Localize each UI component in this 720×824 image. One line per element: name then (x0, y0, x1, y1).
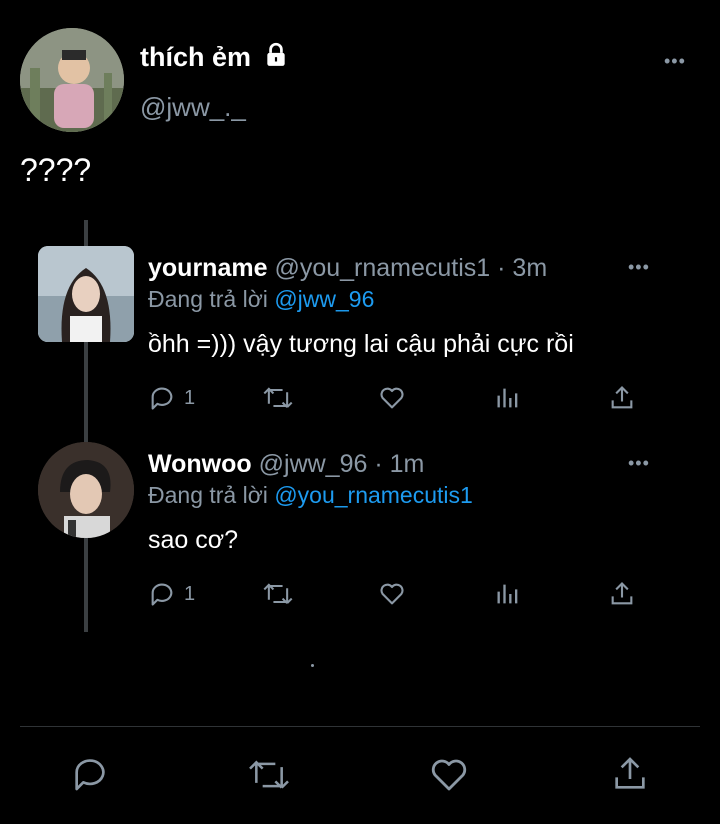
comment-icon (75, 759, 105, 791)
share-icon (611, 386, 633, 409)
child-photo-avatar-icon (20, 28, 124, 132)
reply1-display-name[interactable]: yourname (148, 254, 267, 282)
loading-dot (311, 664, 314, 667)
reply1-retweet-button[interactable] (262, 384, 294, 412)
retweet-icon (249, 760, 289, 789)
reply2-time: · 1m (374, 450, 425, 478)
reply1-header: yourname @you_rnamecutis1 · 3m (148, 254, 547, 283)
boy-photo-avatar-icon (38, 442, 134, 538)
retweet-icon (263, 583, 293, 604)
lock-icon (263, 42, 289, 68)
reply1-replying-prefix: Đang trả lời (148, 286, 268, 312)
reply2-avatar[interactable] (38, 442, 134, 538)
reply2-replying-prefix: Đang trả lời (148, 482, 268, 508)
main-handle[interactable]: @jww_._ (140, 92, 246, 123)
main-share-button[interactable] (610, 754, 650, 794)
reply1-text: ồhh =))) vậy tương lai cậu phải cực rồi (148, 330, 574, 358)
main-author-avatar[interactable] (20, 28, 124, 132)
comment-icon (151, 387, 173, 410)
reply2-reply-count: 1 (184, 583, 196, 605)
retweet-icon (263, 387, 293, 408)
reply2-share-button[interactable] (608, 580, 636, 608)
reply2-handle[interactable]: @jww_96 (259, 450, 368, 478)
girl-photo-avatar-icon (38, 246, 134, 342)
reply2-replying-line: Đang trả lời @you_rnamecutis1 (148, 482, 473, 509)
reply2-text: sao cơ? (148, 526, 239, 554)
heart-icon (380, 583, 404, 605)
comment-icon (151, 583, 173, 606)
reply2-more-button[interactable]: ••• (628, 454, 650, 472)
analytics-icon (497, 584, 518, 604)
main-tweet-text: ???? (20, 152, 92, 188)
main-reply-button[interactable] (70, 754, 110, 794)
reply1-more-button[interactable]: ••• (628, 258, 650, 276)
reply1-time: · 3m (497, 254, 548, 282)
reply1-avatar[interactable] (38, 246, 134, 342)
reply1-reply-button[interactable] (148, 384, 176, 412)
reply1-handle[interactable]: @you_rnamecutis1 (274, 254, 490, 282)
main-display-name[interactable]: thích ẻm (140, 42, 289, 73)
reply2-header: Wonwoo @jww_96 · 1m (148, 450, 424, 479)
action-bar-divider (20, 726, 700, 727)
reply1-like-button[interactable] (378, 384, 406, 412)
reply1-replying-to-link[interactable]: @jww_96 (274, 286, 374, 312)
analytics-icon (497, 388, 518, 408)
main-retweet-button[interactable] (246, 756, 292, 794)
heart-icon (380, 387, 404, 409)
reply1-replying-line: Đang trả lời @jww_96 (148, 286, 374, 313)
reply2-like-button[interactable] (378, 580, 406, 608)
reply2-reply-button[interactable] (148, 580, 176, 608)
reply1-analytics-button[interactable] (494, 384, 522, 412)
reply1-reply-count: 1 (184, 387, 196, 409)
heart-icon (431, 759, 467, 791)
main-more-button[interactable]: ••• (664, 52, 686, 70)
main-like-button[interactable] (428, 754, 470, 796)
reply2-replying-to-link[interactable]: @you_rnamecutis1 (274, 482, 473, 508)
reply1-share-button[interactable] (608, 384, 636, 412)
main-display-name-text: thích ẻm (140, 42, 252, 72)
share-icon (615, 757, 645, 789)
reply2-retweet-button[interactable] (262, 580, 294, 608)
reply2-display-name[interactable]: Wonwoo (148, 450, 252, 478)
reply2-analytics-button[interactable] (494, 580, 522, 608)
share-icon (611, 582, 633, 605)
